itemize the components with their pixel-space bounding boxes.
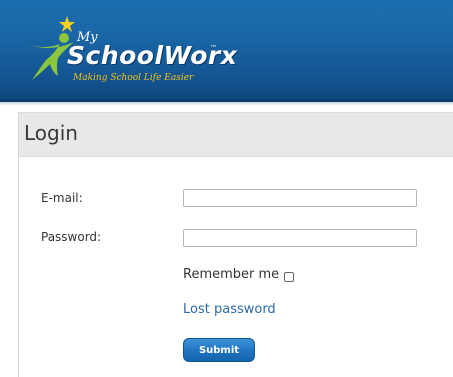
password-label: Password: bbox=[41, 230, 102, 244]
logo-tagline: Making School Life Easier bbox=[73, 73, 194, 83]
logo-trademark: ™ bbox=[210, 44, 217, 52]
header-divider bbox=[0, 102, 453, 106]
remember-me-checkbox[interactable] bbox=[284, 272, 294, 282]
email-label: E-mail: bbox=[41, 191, 83, 205]
remember-me-label: Remember me bbox=[183, 267, 280, 282]
page-title: Login bbox=[24, 121, 78, 145]
login-panel: Login E-mail: Password: Remember me Lost… bbox=[18, 112, 453, 377]
login-panel-header: Login bbox=[19, 112, 453, 157]
site-header: My SchoolWorx ™ Making School Life Easie… bbox=[0, 0, 453, 102]
submit-button[interactable]: Submit bbox=[183, 338, 255, 362]
password-field[interactable] bbox=[183, 229, 417, 247]
lost-password-link[interactable]: Lost password bbox=[183, 302, 276, 317]
email-field[interactable] bbox=[183, 189, 417, 207]
myschoolworx-logo[interactable]: My SchoolWorx ™ Making School Life Easie… bbox=[24, 14, 254, 90]
